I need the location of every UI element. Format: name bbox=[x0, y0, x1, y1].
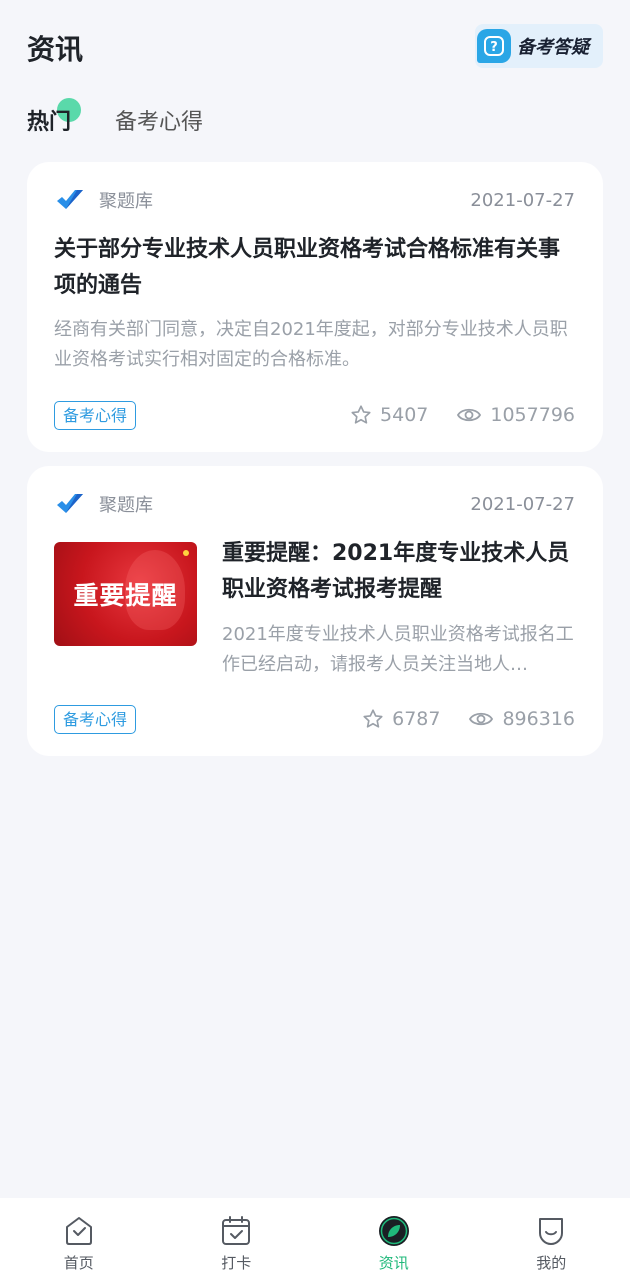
article-summary: 2021年度专业技术人员职业资格考试报名工作已经启动，请报考人员关注当地人… bbox=[222, 624, 574, 675]
thumbnail-dot bbox=[183, 550, 189, 556]
tab-hot-label: 热门 bbox=[27, 110, 72, 135]
header: 资讯 ? 备考答疑 bbox=[0, 0, 630, 90]
view-stat: 1057796 bbox=[456, 404, 575, 426]
article-source-row: 聚题库 2021-07-27 bbox=[55, 186, 575, 214]
home-icon bbox=[62, 1214, 96, 1248]
bottom-nav: 首页 打卡 资讯 我的 bbox=[0, 1198, 630, 1280]
tab-exam-experience-label: 备考心得 bbox=[115, 110, 204, 135]
compass-icon bbox=[377, 1214, 411, 1248]
favorite-count: 5407 bbox=[380, 404, 429, 426]
article-title[interactable]: 重要提醒：2021年度专业技术人员职业资格考试报考提醒 bbox=[222, 536, 582, 608]
source-logo-icon bbox=[57, 190, 83, 209]
article-date: 2021-07-27 bbox=[470, 493, 575, 515]
article-source: 聚题库 bbox=[99, 191, 153, 212]
article-stats: 5407 1057796 bbox=[322, 400, 575, 430]
view-count: 1057796 bbox=[490, 404, 575, 426]
tab-bar: 热门 备考心得 bbox=[27, 98, 247, 144]
svg-text:?: ? bbox=[490, 40, 498, 55]
nav-mine-label: 我的 bbox=[536, 1254, 567, 1272]
calendar-check-icon bbox=[219, 1214, 253, 1248]
nav-news-label: 资讯 bbox=[378, 1254, 409, 1272]
eye-icon bbox=[469, 712, 494, 726]
thumbnail-text: 重要提醒 bbox=[73, 581, 178, 610]
article-source: 聚题库 bbox=[99, 495, 153, 516]
nav-news[interactable]: 资讯 bbox=[315, 1198, 473, 1280]
nav-mine[interactable]: 我的 bbox=[473, 1198, 630, 1280]
article-thumbnail[interactable]: 重要提醒 bbox=[54, 542, 197, 646]
favorite-stat[interactable]: 6787 bbox=[362, 708, 440, 730]
article-card[interactable]: 聚题库 2021-07-27 重要提醒 重要提醒：2021年度专业技术人员职业资… bbox=[27, 466, 603, 756]
eye-icon bbox=[457, 408, 482, 422]
article-tag[interactable]: 备考心得 bbox=[54, 401, 137, 430]
article-stats: 6787 896316 bbox=[334, 704, 575, 734]
star-icon bbox=[363, 709, 383, 728]
favorite-stat[interactable]: 5407 bbox=[350, 404, 428, 426]
profile-icon bbox=[534, 1214, 568, 1248]
article-tag[interactable]: 备考心得 bbox=[54, 705, 137, 734]
tab-hot[interactable]: 热门 bbox=[27, 98, 81, 144]
page-title: 资讯 bbox=[27, 33, 84, 66]
view-stat: 896316 bbox=[468, 708, 575, 730]
nav-checkin[interactable]: 打卡 bbox=[158, 1198, 316, 1280]
nav-checkin-label: 打卡 bbox=[221, 1254, 252, 1272]
article-date: 2021-07-27 bbox=[470, 189, 575, 211]
source-logo-icon bbox=[57, 494, 83, 513]
qa-label: 备考答疑 bbox=[517, 37, 589, 58]
tab-exam-experience[interactable]: 备考心得 bbox=[115, 104, 203, 144]
article-title[interactable]: 关于部分专业技术人员职业资格考试合格标准有关事项的通告 bbox=[54, 232, 574, 304]
question-bubble-icon: ? bbox=[477, 29, 511, 63]
nav-home-label: 首页 bbox=[63, 1254, 94, 1272]
article-source-row: 聚题库 2021-07-27 bbox=[55, 490, 575, 518]
article-summary: 经商有关部门同意，决定自2021年度起，对部分专业技术人员职业资格考试实行相对固… bbox=[54, 319, 568, 370]
view-count: 896316 bbox=[502, 708, 575, 730]
qa-button[interactable]: ? 备考答疑 bbox=[475, 24, 603, 68]
favorite-count: 6787 bbox=[392, 708, 441, 730]
nav-home[interactable]: 首页 bbox=[0, 1198, 158, 1280]
article-card[interactable]: 聚题库 2021-07-27 关于部分专业技术人员职业资格考试合格标准有关事项的… bbox=[27, 162, 603, 452]
star-icon bbox=[351, 405, 371, 424]
